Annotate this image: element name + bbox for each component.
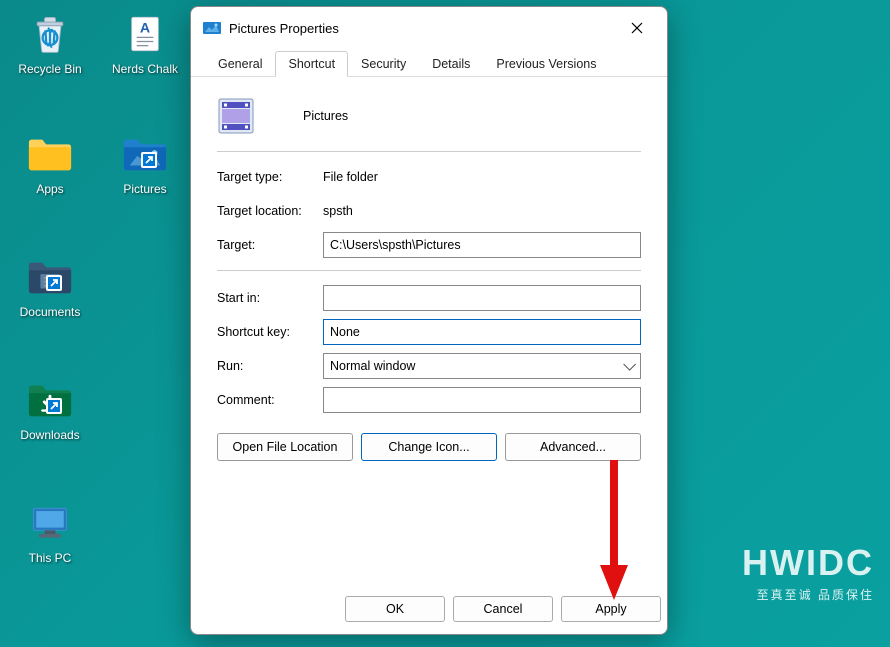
tab-shortcut[interactable]: Shortcut — [275, 51, 348, 77]
desktop-icon-label: Pictures — [100, 182, 190, 196]
desktop-icon-recycle-bin[interactable]: Recycle Bin — [5, 10, 95, 76]
run-label: Run: — [217, 359, 323, 373]
target-location-row: Target location: spsth — [217, 194, 641, 228]
desktop-icon-this-pc[interactable]: This PC — [5, 499, 95, 565]
desktop-icon-label: This PC — [5, 551, 95, 565]
tab-previous-versions[interactable]: Previous Versions — [483, 51, 609, 76]
shortcut-key-label: Shortcut key: — [217, 325, 323, 339]
advanced-button[interactable]: Advanced... — [505, 433, 641, 461]
watermark-tagline: 至真至诚 品质保住 — [742, 586, 874, 603]
change-icon-button[interactable]: Change Icon... — [361, 433, 497, 461]
shortcut-key-input[interactable] — [323, 319, 641, 345]
comment-row: Comment: — [217, 383, 641, 417]
run-row: Run: Normal window — [217, 349, 641, 383]
desktop-icon-label: Documents — [5, 305, 95, 319]
desktop-icon-label: Recycle Bin — [5, 62, 95, 76]
tab-security[interactable]: Security — [348, 51, 419, 76]
action-button-row: Open File Location Change Icon... Advanc… — [217, 433, 641, 461]
cancel-button[interactable]: Cancel — [453, 596, 553, 622]
pictures-folder-icon — [121, 130, 169, 178]
run-select[interactable]: Normal window — [323, 353, 641, 379]
ok-button[interactable]: OK — [345, 596, 445, 622]
watermark: HWIDC 至真至诚 品质保住 — [742, 542, 874, 603]
pictures-title-icon — [203, 20, 221, 36]
desktop-icon-pictures[interactable]: Pictures — [100, 130, 190, 196]
target-input[interactable] — [323, 232, 641, 258]
tab-details[interactable]: Details — [419, 51, 483, 76]
divider — [217, 270, 641, 271]
target-type-row: Target type: File folder — [217, 160, 641, 194]
recycle-bin-icon — [26, 10, 74, 58]
desktop-icon-nerds-chalk[interactable]: A Nerds Chalk — [100, 10, 190, 76]
dialog-title: Pictures Properties — [229, 21, 619, 36]
title-bar: Pictures Properties — [191, 7, 667, 49]
desktop-icon-apps[interactable]: Apps — [5, 130, 95, 196]
folder-icon — [26, 130, 74, 178]
shortcut-large-icon — [217, 97, 255, 135]
run-select-value: Normal window — [330, 359, 415, 373]
watermark-logo: HWIDC — [742, 542, 874, 584]
start-in-row: Start in: — [217, 281, 641, 315]
start-in-input[interactable] — [323, 285, 641, 311]
apply-button[interactable]: Apply — [561, 596, 661, 622]
desktop-icon-label: Downloads — [5, 428, 95, 442]
desktop-icon-documents[interactable]: Documents — [5, 253, 95, 319]
close-button[interactable] — [619, 13, 655, 43]
desktop-icon-downloads[interactable]: Downloads — [5, 376, 95, 442]
comment-input[interactable] — [323, 387, 641, 413]
start-in-label: Start in: — [217, 291, 323, 305]
open-file-location-button[interactable]: Open File Location — [217, 433, 353, 461]
tab-general[interactable]: General — [205, 51, 275, 76]
shortcut-name: Pictures — [303, 109, 348, 123]
shortcut-overlay-icon — [46, 398, 62, 414]
this-pc-icon — [26, 499, 74, 547]
desktop-icon-label: Nerds Chalk — [100, 62, 190, 76]
dialog-body: Pictures Target type: File folder Target… — [191, 77, 667, 586]
tab-bar: General Shortcut Security Details Previo… — [191, 49, 667, 77]
target-location-value: spsth — [323, 204, 353, 218]
shortcut-overlay-icon — [141, 152, 157, 168]
target-row: Target: — [217, 228, 641, 262]
target-type-label: Target type: — [217, 170, 323, 184]
target-type-value: File folder — [323, 170, 378, 184]
text-document-icon: A — [121, 10, 169, 58]
target-label: Target: — [217, 238, 323, 252]
comment-label: Comment: — [217, 393, 323, 407]
close-icon — [631, 22, 643, 34]
documents-folder-icon — [26, 253, 74, 301]
properties-dialog: Pictures Properties General Shortcut Sec… — [190, 6, 668, 635]
dialog-footer: OK Cancel Apply — [191, 586, 667, 634]
target-location-label: Target location: — [217, 204, 323, 218]
desktop-icon-label: Apps — [5, 182, 95, 196]
icon-header-row: Pictures — [217, 91, 641, 152]
downloads-folder-icon — [26, 376, 74, 424]
shortcut-key-row: Shortcut key: — [217, 315, 641, 349]
shortcut-overlay-icon — [46, 275, 62, 291]
svg-text:A: A — [140, 20, 150, 36]
